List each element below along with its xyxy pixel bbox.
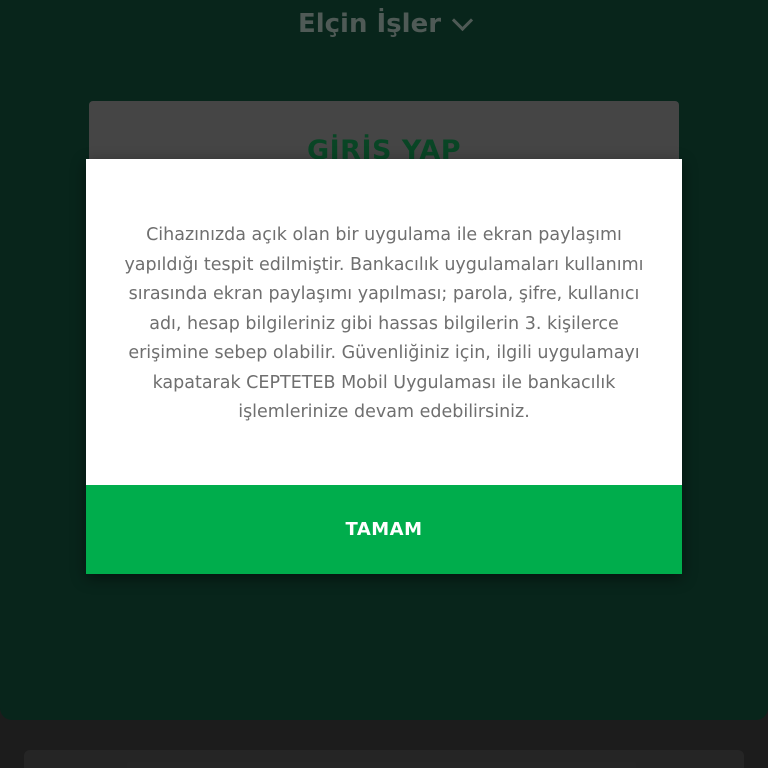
screen: Elçin İşler GİRİŞ YAP Cihazınızda açık o… — [0, 0, 768, 768]
screen-share-warning-dialog: Cihazınızda açık olan bir uygulama ile e… — [86, 159, 682, 574]
ok-button[interactable]: TAMAM — [86, 485, 682, 574]
dialog-message: Cihazınızda açık olan bir uygulama ile e… — [124, 225, 644, 422]
